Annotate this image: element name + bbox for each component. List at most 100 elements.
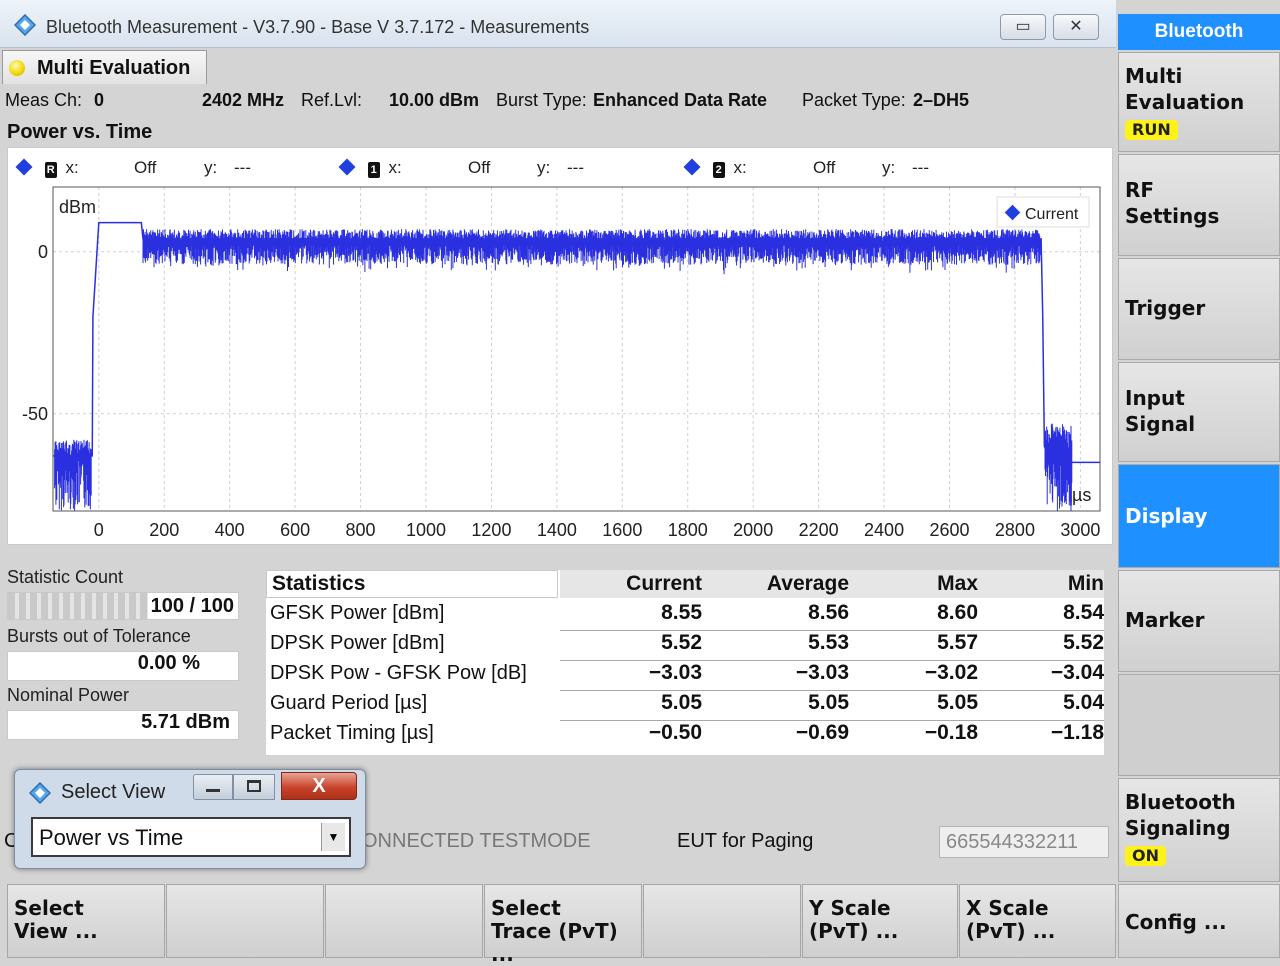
minimize-button[interactable]: ▭ [1000,14,1046,40]
softkey-trigger[interactable]: Trigger [1118,258,1280,360]
softkey-select-trace[interactable]: Select Trace (PvT) ... [484,884,642,966]
softkey-x-scale[interactable]: X Scale (PvT) ... [959,884,1116,958]
ref-lvl-value: 10.00 dBm [389,90,480,110]
statistics-table: Statistics Current Average Max Min GFSK … [266,570,1104,755]
softkey-line1: Input [1125,386,1185,410]
softkey-line2: Settings [1125,204,1220,228]
right-panel-header: Bluetooth [1118,14,1280,50]
on-badge: ON [1125,846,1166,866]
view-select-dropdown[interactable]: Power vs Time ▼ [31,817,351,857]
x-tick-label: 2600 [929,520,969,540]
stats-cell: 5.57 [937,631,978,654]
legend-label: Current [1025,206,1079,223]
softkey-input-signal[interactable]: Input Signal [1118,362,1280,462]
softkey-empty-5[interactable] [643,884,801,958]
stats-row-label: Guard Period [µs] [270,692,428,714]
plot-title: Power vs. Time [7,121,153,143]
x-tick-label: 3000 [1060,520,1100,540]
stats-cell: 5.52 [661,631,702,654]
softkey-multi-evaluation[interactable]: Multi Evaluation RUN [1118,52,1280,152]
x-axis-unit: µs [1072,485,1091,505]
softkey-line1: Marker [1125,608,1205,632]
statistic-count-label: Statistic Count [7,567,124,587]
dialog-minimize-button[interactable] [193,774,233,800]
stats-cell: 8.55 [661,601,702,624]
stats-cell: 5.05 [661,691,702,714]
stats-cell: 5.04 [1063,691,1104,714]
softkey-line2: (PvT) ... [809,919,899,943]
softkey-line1: Y Scale [809,896,891,920]
statistic-progress-fill [8,593,148,619]
tab-multi-evaluation[interactable]: Multi Evaluation [2,50,207,84]
dialog-maximize-button[interactable] [233,774,275,800]
testmode-label: ONNECTED TESTMODE [362,830,591,852]
stats-row-label: Packet Timing [µs] [270,722,434,744]
stats-cell: −1.18 [1050,721,1104,744]
stats-cell: −3.04 [1050,661,1104,684]
app-logo-icon [29,782,51,804]
view-select-value: Power vs Time [39,825,184,850]
softkey-marker[interactable]: Marker [1118,570,1280,672]
stats-header-max: Max [937,572,978,595]
y-axis-unit: dBm [59,197,96,217]
softkey-empty-2[interactable] [166,884,324,958]
stats-cell: 5.05 [937,691,978,714]
softkey-line1: Display [1125,504,1208,528]
chart-svg: dBm µs 0 -50 0 200 400 600 800 1000 1200 1400 160… [22,186,1101,540]
softkey-line1: Select [14,896,84,920]
x-tick-label: 1400 [537,520,577,540]
burst-type-label: Burst Type: [496,90,587,110]
power-vs-time-plot[interactable]: R x: Off y: --- 1 x: Off y: --- 2 x: Off… [7,147,1113,545]
softkey-line2: Signal [1125,412,1196,436]
softkey-config[interactable]: Config ... [1118,884,1280,958]
run-badge: RUN [1125,120,1178,140]
softkey-line1: Select [491,896,561,920]
x-tick-labels: 0 200 400 600 800 1000 1200 1400 1600 1800 2000 220… [94,520,1101,540]
dialog-close-button[interactable]: X [281,772,357,800]
softkey-display[interactable]: Display [1118,464,1280,568]
stats-header-min: Min [1067,572,1104,595]
select-view-dialog: Select View X Power vs Time ▼ [14,769,366,869]
stats-header-current: Current [626,572,702,595]
softkey-line1: Config ... [1125,910,1227,934]
stats-cell: 5.52 [1063,631,1104,654]
close-button[interactable]: ✕ [1053,14,1099,40]
window-title: Bluetooth Measurement - V3.7.90 - Base V… [46,17,590,37]
stats-row-label: DPSK Power [dBm] [270,632,445,654]
bursts-out-value: 0.00 % [7,651,239,681]
x-tick-label: 1200 [471,520,511,540]
burst-type-value: Enhanced Data Rate [593,90,768,110]
softkey-empty-right[interactable] [1118,674,1280,776]
softkey-line1: Multi [1125,64,1183,88]
nominal-power-label: Nominal Power [7,685,130,705]
stats-cell: −0.69 [795,721,849,744]
x-tick-label: 600 [280,520,310,540]
x-tick-label: 1000 [406,520,446,540]
softkey-y-scale[interactable]: Y Scale (PvT) ... [802,884,958,958]
statistic-count-value: 100 / 100 [150,595,234,617]
stats-header-label: Statistics [272,572,366,595]
x-tick-label: 0 [94,520,104,540]
stats-cell: 5.53 [808,631,849,654]
maximize-icon [247,780,261,792]
packet-type-value: 2–DH5 [913,90,970,110]
minimize-icon [206,789,220,792]
tab-label: Multi Evaluation [37,57,191,79]
softkey-line2: (PvT) ... [966,919,1056,943]
trace-noise [54,229,1073,511]
softkey-select-view[interactable]: Select View ... [7,884,165,958]
chevron-down-icon[interactable]: ▼ [321,823,345,851]
eut-address-field[interactable]: 665544332211 [939,826,1109,858]
x-tick-label: 800 [346,520,376,540]
softkey-line2: Signaling [1125,816,1231,840]
softkey-empty-3[interactable] [325,884,483,958]
x-tick-label: 200 [149,520,179,540]
meas-ch-label: Meas Ch: [5,90,83,110]
softkey-bluetooth-signaling[interactable]: Bluetooth Signaling ON [1118,778,1280,882]
statistic-count-bar: 100 / 100 [7,592,239,620]
softkey-line1: X Scale [966,896,1049,920]
nominal-power-value: 5.71 dBm [7,710,239,740]
y-tick-labels: 0 -50 [22,242,48,424]
softkey-rf-settings[interactable]: RF Settings [1118,154,1280,256]
dialog-title: Select View [61,781,166,803]
